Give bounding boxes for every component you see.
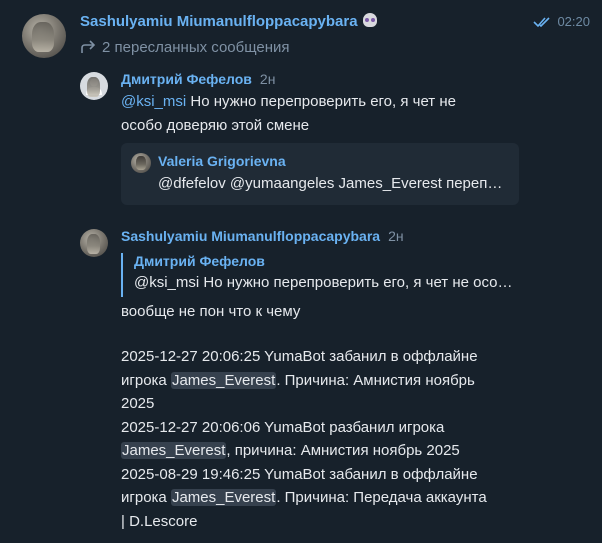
ban-log: 2025-12-27 20:06:25 YumaBot забанил в оф… [121,345,541,533]
message-author[interactable]: Sashulyamiu Miumanulfloppacapybara 2н [121,228,404,244]
forward-icon [81,40,96,53]
author-name: Дмитрий Фефелов [121,71,252,87]
user-placeholder-icon [86,78,102,95]
message-line-1: Но нужно перепроверить его, я чет не [186,93,456,110]
forwarded-label: 2 пересланных сообщения [102,39,290,56]
sender-name-label: Sashulyamiu Miumanulfloppacapybara [80,13,358,30]
log-line: 2025 [121,395,155,412]
quoted-message[interactable]: Valeria Grigorievna @dfefelov @yumaangel… [121,143,519,205]
log-line: 2025-12-27 20:06:06 YumaBot разбанил игр… [121,418,445,436]
message-ago: 2н [388,228,404,244]
log-line: 2025-08-29 19:46:25 YumaBot забанил в оф… [121,465,478,483]
quote-author-avatar [131,153,151,173]
message-text: @ksi_msi Но нужно перепроверить его, я ч… [121,90,521,137]
quote-author: Valeria Grigorievna [158,153,286,169]
message-author[interactable]: Дмитрий Фефелов 2н [121,71,275,87]
mention-link[interactable]: @ksi_msi [121,93,186,110]
quote-text: @dfefelov @yumaangeles James_Everest пер… [158,175,508,192]
log-line: James_Everest, причина: Амнистия ноябрь … [121,442,460,459]
reply-author: Дмитрий Фефелов [134,253,265,269]
log-line: игрока James_Everest. Причина: Передача … [121,489,487,506]
message-line-2: особо доверяю этой смене [121,116,310,134]
author-avatar-placeholder[interactable] [80,72,108,100]
author-avatar[interactable] [80,229,108,257]
player-name-code[interactable]: James_Everest [170,489,277,506]
sender-name[interactable]: Sashulyamiu Miumanulfloppacapybara [80,13,377,30]
log-line: 2025-12-27 20:06:25 YumaBot забанил в оф… [121,348,478,365]
message-time: 02:20 [557,14,590,29]
sender-avatar[interactable] [22,14,66,58]
author-name: Sashulyamiu Miumanulfloppacapybara [121,228,381,244]
message-body: вообще не пон что к чему [121,303,301,320]
player-name-code[interactable]: James_Everest [170,371,277,389]
log-line: игрока James_Everest. Причина: Амнистия … [121,371,475,389]
forwarded-header: 2 пересланных сообщения [80,39,290,56]
reply-preview[interactable]: Дмитрий Фефелов @ksi_msi Но нужно перепр… [121,253,516,297]
player-name-code[interactable]: James_Everest [121,442,227,459]
log-line: | D.Lescore [121,512,198,530]
message-ago: 2н [259,71,276,87]
reply-text: @ksi_msi Но нужно перепроверить его, я ч… [134,274,514,291]
double-check-icon [533,17,551,28]
message-status: 02:20 [533,14,590,29]
skull-icon [362,13,377,27]
